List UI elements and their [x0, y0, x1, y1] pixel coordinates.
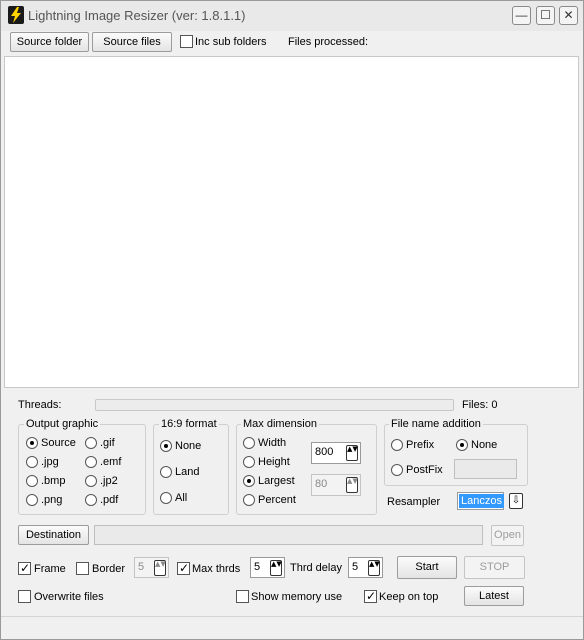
output-source-radio[interactable]	[26, 437, 38, 449]
frame-checkbox[interactable]	[18, 561, 31, 575]
format169-title: 16:9 format	[159, 418, 219, 430]
max-dimension-title: Max dimension	[241, 418, 319, 430]
output-pdf-label: .pdf	[100, 494, 119, 506]
dropdown-arrow-icon[interactable]: ⇩	[509, 493, 523, 509]
prefix-label: Prefix	[406, 439, 435, 451]
output-bmp-radio[interactable]	[26, 475, 38, 487]
spin-arrows-icon[interactable]: ▲▼	[368, 560, 380, 576]
start-button[interactable]: Start	[397, 556, 457, 579]
file-list[interactable]	[4, 56, 579, 388]
max-thrds-label: Max thrds	[192, 563, 241, 575]
spin-arrows-icon[interactable]: ▲▼	[154, 560, 166, 576]
output-jp2-radio[interactable]	[85, 475, 97, 487]
format169-all-radio[interactable]	[160, 492, 172, 504]
spin-arrows-icon[interactable]: ▲▼	[270, 560, 282, 576]
lightning-icon	[8, 6, 24, 24]
source-files-button[interactable]: Source files	[92, 32, 172, 52]
format169-all-label: All	[175, 492, 188, 504]
prefix-radio[interactable]	[391, 439, 403, 451]
percent-stepper[interactable]: 80 ▲▼	[311, 474, 361, 496]
max-percent-label: Percent	[258, 494, 296, 506]
output-emf-label: .emf	[100, 456, 122, 468]
max-largest-label: Largest	[258, 475, 295, 487]
output-pdf-radio[interactable]	[85, 494, 97, 506]
output-graphic-title: Output graphic	[24, 418, 101, 430]
threads-progress-bar	[95, 399, 454, 411]
max-thrds-value: 5	[254, 561, 261, 573]
spin-arrows-icon[interactable]: ▲▼	[346, 477, 358, 493]
frame-label: Frame	[34, 563, 66, 575]
name-addition-field[interactable]	[454, 459, 517, 479]
destination-path-field[interactable]	[94, 525, 483, 545]
max-thrds-stepper[interactable]: 5 ▲▼	[250, 557, 285, 578]
stop-button[interactable]: STOP	[464, 556, 525, 579]
maximize-button[interactable]: ☐	[536, 6, 555, 25]
name-none-label: None	[471, 439, 498, 451]
open-button[interactable]: Open	[491, 525, 524, 546]
thrd-delay-value: 5	[352, 561, 359, 573]
max-thrds-checkbox[interactable]	[177, 561, 190, 575]
border-stepper[interactable]: 5 ▲▼	[134, 557, 169, 578]
format169-none-label: None	[175, 440, 202, 452]
output-jpg-label: .jpg	[41, 456, 59, 468]
max-width-radio[interactable]	[243, 437, 255, 449]
files-processed-label: Files processed:	[288, 36, 369, 48]
name-none-radio[interactable]	[456, 439, 468, 451]
output-gif-label: .gif	[100, 437, 115, 449]
output-emf-radio[interactable]	[85, 456, 97, 468]
destination-button[interactable]: Destination	[18, 525, 89, 545]
output-bmp-label: .bmp	[41, 475, 66, 487]
minimize-button[interactable]: —	[512, 6, 531, 25]
max-percent-radio[interactable]	[243, 494, 255, 506]
overwrite-files-label: Overwrite files	[34, 591, 104, 603]
show-memory-checkbox[interactable]	[236, 590, 249, 603]
thrd-delay-label: Thrd delay	[290, 562, 342, 574]
thrd-delay-stepper[interactable]: 5 ▲▼	[348, 557, 383, 578]
threads-label: Threads:	[18, 399, 62, 411]
max-height-radio[interactable]	[243, 456, 255, 468]
resampler-value: Lanczos	[459, 494, 504, 508]
status-bar	[1, 616, 583, 639]
resampler-select[interactable]: Lanczos	[457, 492, 504, 510]
max-largest-radio[interactable]	[243, 475, 255, 487]
files-count-label: Files: 0	[462, 399, 498, 411]
percent-value: 80	[315, 478, 328, 490]
latest-button[interactable]: Latest	[464, 586, 524, 606]
output-png-label: .png	[41, 494, 63, 506]
overwrite-files-checkbox[interactable]	[18, 590, 31, 603]
max-height-label: Height	[258, 456, 290, 468]
format169-land-radio[interactable]	[160, 466, 172, 478]
keep-on-top-checkbox[interactable]	[364, 589, 377, 603]
border-label: Border	[92, 563, 126, 575]
max-size-value: 800	[315, 446, 334, 458]
resampler-label: Resampler	[387, 496, 441, 508]
keep-on-top-label: Keep on top	[379, 591, 439, 603]
output-gif-radio[interactable]	[85, 437, 97, 449]
format169-land-label: Land	[175, 466, 200, 478]
max-size-stepper[interactable]: 800 ▲▼	[311, 442, 361, 464]
inc-sub-folders-checkbox[interactable]	[180, 35, 193, 48]
output-source-label: Source	[41, 437, 76, 449]
file-name-addition-title: File name addition	[389, 418, 483, 430]
inc-sub-folders-label: Inc sub folders	[195, 36, 267, 48]
output-jpg-radio[interactable]	[26, 456, 38, 468]
format169-none-radio[interactable]	[160, 440, 172, 452]
max-width-label: Width	[258, 437, 287, 449]
output-png-radio[interactable]	[26, 494, 38, 506]
postfix-label: PostFix	[406, 464, 443, 476]
spin-arrows-icon[interactable]: ▲▼	[346, 445, 358, 461]
postfix-radio[interactable]	[391, 464, 403, 476]
source-folder-button[interactable]: Source folder	[10, 32, 89, 52]
window-title: Lightning Image Resizer (ver: 1.8.1.1)	[28, 8, 246, 23]
border-checkbox[interactable]	[76, 562, 89, 575]
close-button[interactable]: ✕	[559, 6, 578, 25]
output-jp2-label: .jp2	[100, 475, 118, 487]
show-memory-label: Show memory use	[251, 591, 343, 603]
border-value: 5	[138, 561, 145, 573]
